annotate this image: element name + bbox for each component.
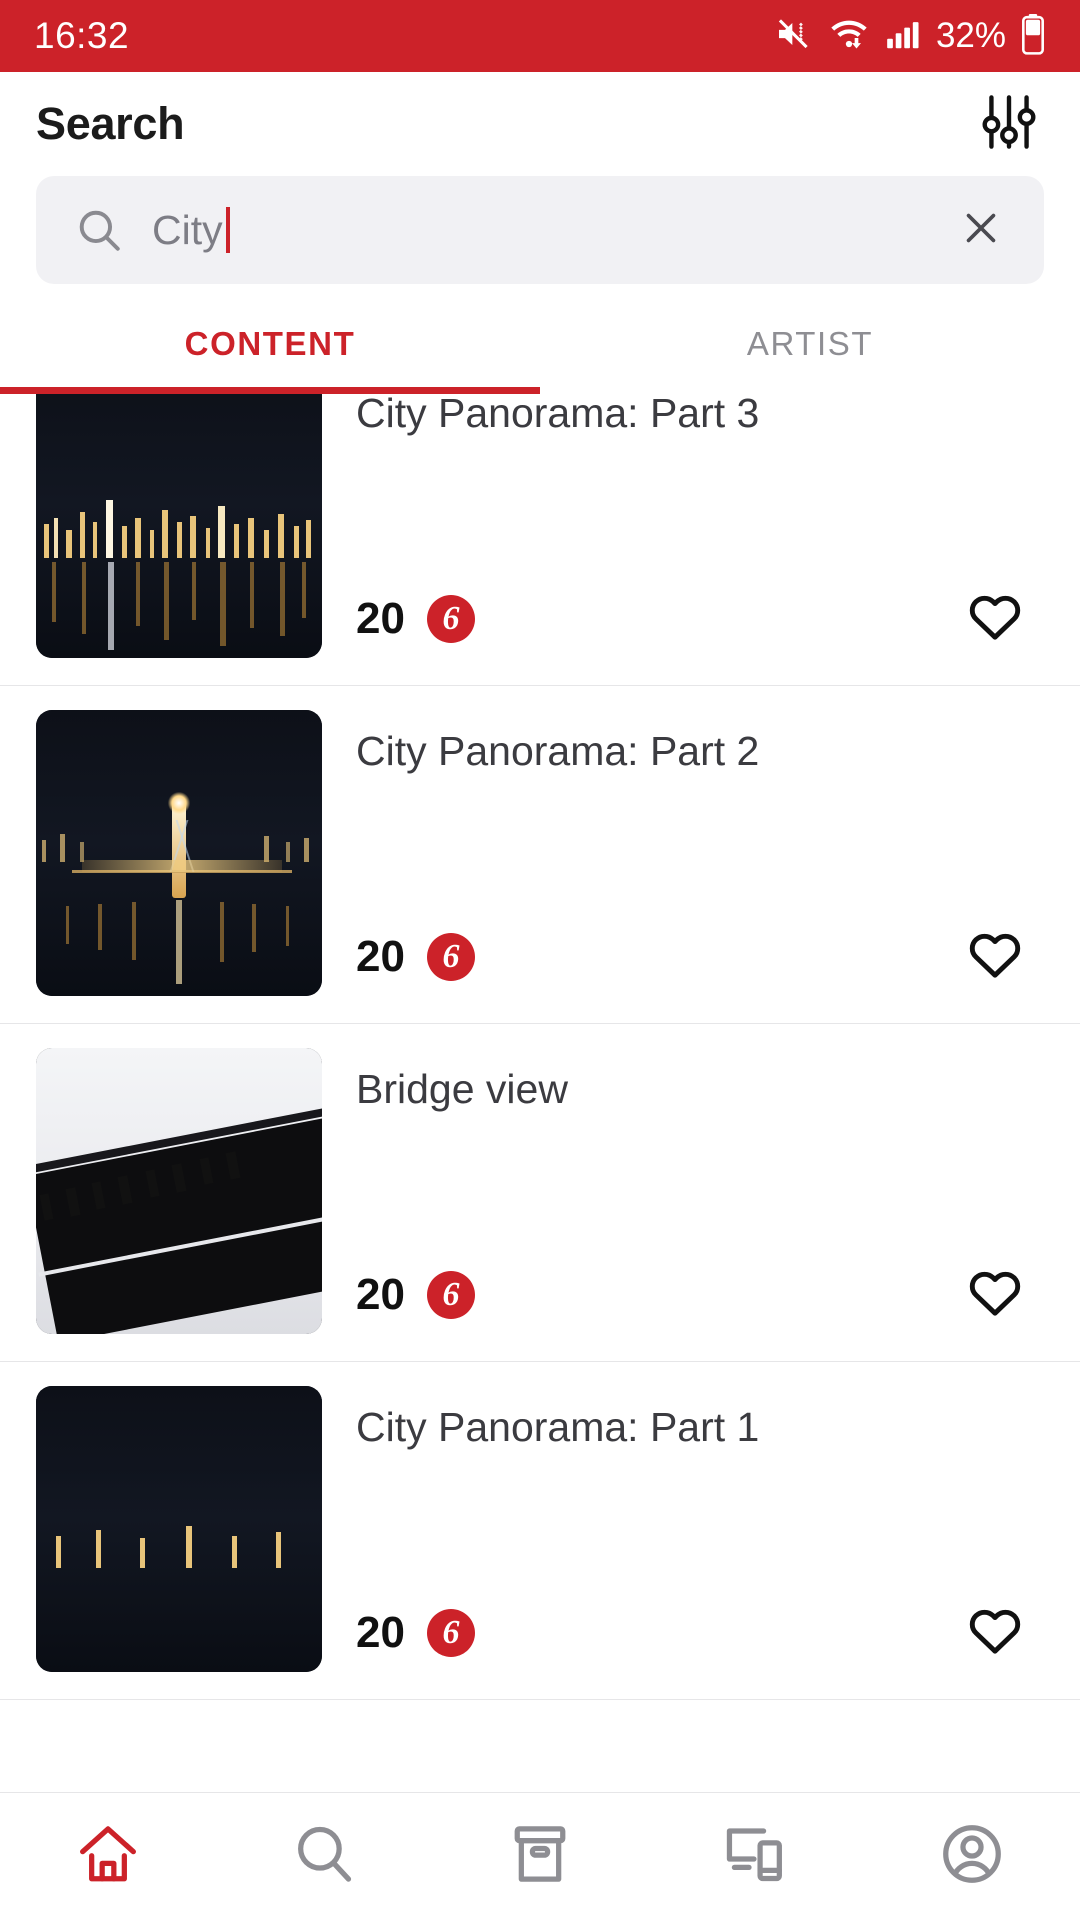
mute-icon <box>774 14 814 59</box>
list-item[interactable]: City Panorama: Part 2 20 6 <box>0 686 1080 1024</box>
tab-bar: CONTENT ARTIST <box>0 294 1080 394</box>
thumbnail-art <box>36 1386 322 1672</box>
signal-icon <box>884 14 922 59</box>
tab-content[interactable]: CONTENT <box>0 294 540 394</box>
tab-artist[interactable]: ARTIST <box>540 294 1080 394</box>
favorite-button[interactable] <box>964 585 1026 652</box>
bottom-navigation <box>0 1792 1080 1920</box>
thumbnail-art <box>36 710 322 996</box>
item-footer: 20 6 <box>356 1261 1044 1328</box>
status-bar-icons: 32% <box>774 13 1046 60</box>
item-price: 20 <box>356 593 405 643</box>
favorite-button[interactable] <box>964 1599 1026 1666</box>
list-item[interactable]: City Panorama: Part 3 20 6 <box>0 394 1080 686</box>
search-input[interactable]: City <box>128 207 952 254</box>
item-title: City Panorama: Part 1 <box>356 1404 760 1450</box>
item-title: City Panorama: Part 2 <box>356 728 760 774</box>
item-body: Bridge view 20 6 <box>322 1048 1044 1334</box>
coin-icon: 6 <box>426 594 475 643</box>
search-icon <box>289 1819 359 1894</box>
battery-percent-label: 32% <box>935 16 1006 55</box>
heart-outline-icon <box>964 1271 1026 1327</box>
coin-icon: 6 <box>426 1608 475 1657</box>
item-title: Bridge view <box>356 1066 568 1112</box>
results-scroller: City Panorama: Part 3 20 6 City Panorama… <box>0 394 1080 1700</box>
search-container: City <box>0 176 1080 294</box>
clear-search-button[interactable] <box>952 205 1010 256</box>
item-body: City Panorama: Part 2 20 6 <box>322 710 1044 996</box>
wifi-icon <box>828 14 870 59</box>
home-icon <box>73 1819 143 1894</box>
text-caret <box>225 207 230 253</box>
close-icon <box>958 205 1004 256</box>
battery-icon <box>1020 13 1046 60</box>
item-thumbnail[interactable] <box>36 1386 322 1672</box>
item-footer: 20 6 <box>356 585 1044 652</box>
item-price: 20 <box>356 931 405 981</box>
nav-item-devices[interactable] <box>648 1793 864 1920</box>
list-item[interactable]: City Panorama: Part 1 20 6 <box>0 1362 1080 1700</box>
devices-icon <box>721 1819 791 1894</box>
item-footer: 20 6 <box>356 1599 1044 1666</box>
search-icon <box>70 205 128 255</box>
coin-icon: 6 <box>426 1270 475 1319</box>
app-bar: Search <box>0 72 1080 176</box>
item-price: 20 <box>356 1607 405 1657</box>
item-title: City Panorama: Part 3 <box>356 394 760 436</box>
sliders-icon <box>978 91 1040 158</box>
thumbnail-art <box>36 394 322 658</box>
page-title: Search <box>36 98 185 149</box>
search-results-list[interactable]: City Panorama: Part 3 20 6 City Panorama… <box>0 394 1080 1792</box>
list-item[interactable]: Bridge view 20 6 <box>0 1024 1080 1362</box>
filter-button[interactable] <box>974 89 1044 159</box>
heart-outline-icon <box>964 595 1026 651</box>
item-thumbnail[interactable] <box>36 1048 322 1334</box>
search-input-value: City <box>152 206 223 253</box>
nav-item-home[interactable] <box>0 1793 216 1920</box>
item-thumbnail[interactable] <box>36 394 322 658</box>
status-bar: 16:32 32% <box>0 0 1080 72</box>
item-price: 20 <box>356 1269 405 1319</box>
tab-active-indicator <box>0 387 540 394</box>
item-body: City Panorama: Part 1 20 6 <box>322 1386 1044 1672</box>
coin-icon: 6 <box>426 932 475 981</box>
favorite-button[interactable] <box>964 1261 1026 1328</box>
heart-outline-icon <box>964 933 1026 989</box>
item-thumbnail[interactable] <box>36 710 322 996</box>
account-circle-icon <box>937 1819 1007 1894</box>
search-bar[interactable]: City <box>36 176 1044 284</box>
nav-item-profile[interactable] <box>864 1793 1080 1920</box>
favorite-button[interactable] <box>964 923 1026 990</box>
app-screen: 16:32 32% Search City CONTENT ARTIST Cit… <box>0 0 1080 1920</box>
nav-item-archive[interactable] <box>432 1793 648 1920</box>
item-body: City Panorama: Part 3 20 6 <box>322 394 1044 658</box>
item-footer: 20 6 <box>356 923 1044 990</box>
status-bar-clock: 16:32 <box>34 15 130 56</box>
thumbnail-art <box>36 1048 322 1334</box>
heart-outline-icon <box>964 1609 1026 1665</box>
archive-box-icon <box>505 1819 575 1894</box>
nav-item-search[interactable] <box>216 1793 432 1920</box>
